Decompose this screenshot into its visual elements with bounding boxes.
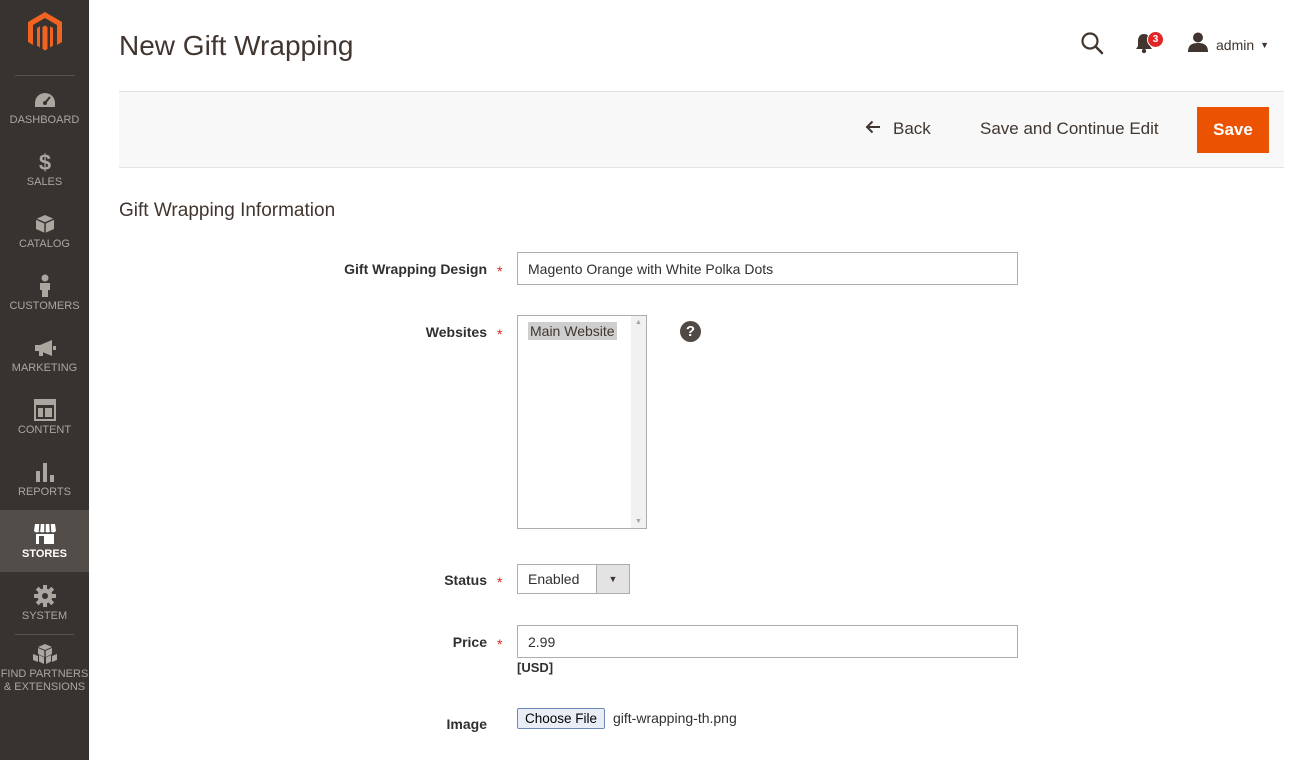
scroll-down-arrow-icon[interactable]: ▼ bbox=[635, 518, 642, 525]
magento-logo-icon bbox=[27, 12, 62, 51]
required-asterisk: * bbox=[497, 574, 503, 590]
megaphone-icon bbox=[34, 336, 56, 360]
scroll-up-arrow-icon[interactable]: ▲ bbox=[635, 319, 642, 326]
price-input[interactable]: 2.99 bbox=[517, 625, 1018, 658]
cubes-icon bbox=[32, 642, 57, 666]
storefront-icon bbox=[33, 522, 57, 546]
sidebar-item-label: REPORTS bbox=[18, 485, 71, 498]
admin-username: admin bbox=[1216, 36, 1255, 53]
websites-label: Websites bbox=[425, 324, 487, 340]
dollar-icon: $ bbox=[38, 150, 52, 174]
notification-count-badge: 3 bbox=[1147, 31, 1164, 48]
gear-icon bbox=[33, 584, 56, 608]
save-and-continue-button[interactable]: Save and Continue Edit bbox=[980, 119, 1159, 139]
selected-file-name: gift-wrapping-th.png bbox=[613, 710, 737, 726]
svg-text:$: $ bbox=[38, 151, 50, 173]
sidebar-item-label: SYSTEM bbox=[21, 609, 68, 622]
page-actions-bar: Back Save and Continue Edit Save bbox=[119, 91, 1284, 168]
sidebar-item-content[interactable]: CONTENT bbox=[0, 386, 89, 448]
section-title: Gift Wrapping Information bbox=[119, 200, 336, 221]
currency-note: [USD] bbox=[517, 660, 554, 675]
sidebar-item-label: DASHBOARD bbox=[9, 113, 80, 126]
person-icon bbox=[38, 274, 52, 298]
bar-chart-icon bbox=[35, 460, 55, 484]
sidebar-nav: DASHBOARD $ SALES CATALOG CUSTOMERS MARK… bbox=[0, 76, 89, 700]
admin-sidebar: DASHBOARD $ SALES CATALOG CUSTOMERS MARK… bbox=[0, 0, 89, 760]
sidebar-item-stores[interactable]: STORES bbox=[0, 510, 89, 572]
sidebar-item-system[interactable]: SYSTEM bbox=[0, 572, 89, 634]
sidebar-item-customers[interactable]: CUSTOMERS bbox=[0, 262, 89, 324]
required-asterisk: * bbox=[497, 326, 503, 342]
box-icon bbox=[35, 212, 55, 236]
websites-multiselect[interactable]: Main Website ▲ ▼ bbox=[517, 315, 647, 529]
image-label: Image bbox=[446, 716, 487, 732]
required-asterisk: * bbox=[497, 263, 503, 279]
layout-icon bbox=[33, 398, 56, 422]
status-select[interactable]: Enabled ▼ bbox=[517, 564, 630, 594]
sidebar-item-label: STORES bbox=[21, 547, 68, 560]
required-asterisk: * bbox=[497, 636, 503, 652]
chevron-down-icon: ▼ bbox=[596, 565, 629, 593]
gift-wrapping-design-input[interactable]: Magento Orange with White Polka Dots bbox=[517, 252, 1018, 285]
sidebar-item-reports[interactable]: REPORTS bbox=[0, 448, 89, 510]
help-question-icon[interactable]: ? bbox=[680, 321, 701, 342]
design-label: Gift Wrapping Design bbox=[344, 261, 487, 277]
sidebar-item-dashboard[interactable]: DASHBOARD bbox=[0, 76, 89, 138]
sidebar-item-label: MARKETING bbox=[11, 361, 78, 374]
user-icon bbox=[1188, 32, 1208, 57]
sidebar-item-label: FIND PARTNERS & EXTENSIONS bbox=[0, 667, 89, 693]
multiselect-scrollbar[interactable]: ▲ ▼ bbox=[631, 316, 646, 528]
price-label: Price bbox=[452, 634, 487, 650]
status-label: Status bbox=[444, 572, 487, 588]
sidebar-item-label: SALES bbox=[26, 175, 63, 188]
sidebar-item-label: CUSTOMERS bbox=[9, 299, 80, 312]
website-option-main[interactable]: Main Website bbox=[528, 322, 617, 340]
chevron-down-icon: ▼ bbox=[1260, 39, 1270, 50]
sidebar-item-find-partners[interactable]: FIND PARTNERS & EXTENSIONS bbox=[1, 634, 88, 700]
choose-file-button[interactable]: Choose File bbox=[517, 708, 606, 729]
status-selected-value: Enabled bbox=[528, 571, 580, 587]
sidebar-item-label: CATALOG bbox=[19, 237, 70, 250]
back-button[interactable]: Back bbox=[865, 119, 931, 139]
sidebar-item-catalog[interactable]: CATALOG bbox=[0, 200, 89, 262]
search-icon[interactable] bbox=[1080, 31, 1104, 55]
admin-user-menu[interactable]: admin ▼ bbox=[1188, 32, 1269, 57]
back-button-label: Back bbox=[893, 119, 931, 138]
dashboard-icon bbox=[34, 88, 56, 112]
arrow-left-icon bbox=[865, 119, 881, 139]
magento-logo[interactable] bbox=[0, 0, 89, 75]
sidebar-item-marketing[interactable]: MARKETING bbox=[0, 324, 89, 386]
save-button[interactable]: Save bbox=[1197, 107, 1269, 153]
sidebar-item-label: CONTENT bbox=[17, 423, 72, 436]
page-title: New Gift Wrapping bbox=[119, 30, 354, 61]
sidebar-item-sales[interactable]: $ SALES bbox=[0, 138, 89, 200]
